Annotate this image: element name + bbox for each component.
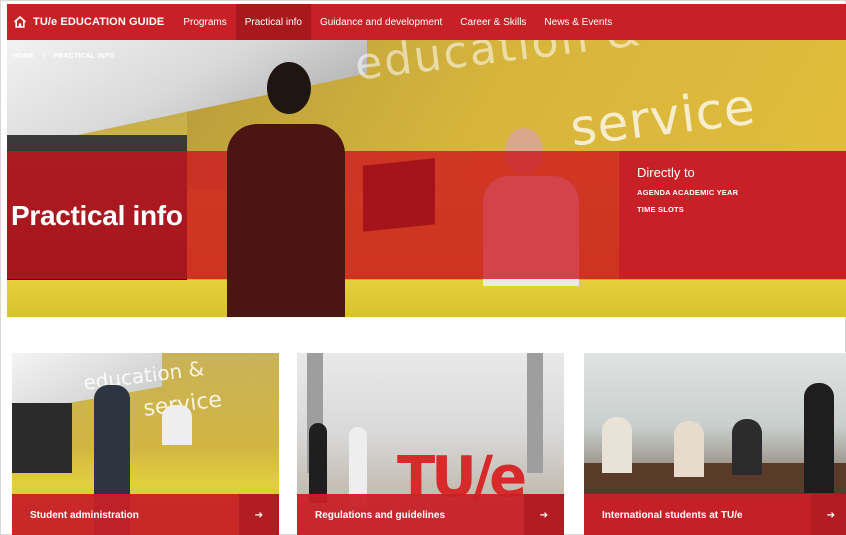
nav-item-practical-info[interactable]: Practical info xyxy=(235,4,311,40)
nav-item-programs[interactable]: Programs xyxy=(174,4,235,40)
card-bar: Regulations and guidelines ➔ xyxy=(297,494,564,535)
topic-cards: education & service Student administrati… xyxy=(12,353,846,535)
arrow-right-icon[interactable]: ➔ xyxy=(811,494,846,535)
card-label: Student administration xyxy=(30,509,139,521)
link-agenda-academic-year[interactable]: AGENDA ACADEMIC YEAR xyxy=(637,188,829,197)
nav-item-career-and-skills[interactable]: Career & Skills xyxy=(451,4,535,40)
card-international-students[interactable]: International students at TU/e ➔ xyxy=(584,353,846,535)
page: TU/e EDUCATION GUIDE Programs Practical … xyxy=(0,0,846,535)
page-title: Practical info xyxy=(11,200,183,231)
breadcrumb-home[interactable]: HOME xyxy=(13,53,35,60)
breadcrumb-separator: / xyxy=(42,53,46,60)
nav-item-guidance-and-development[interactable]: Guidance and development xyxy=(311,4,451,40)
breadcrumb: HOME / PRACTICAL INFO xyxy=(13,53,115,60)
brand-title: TU/e EDUCATION GUIDE xyxy=(33,16,165,28)
top-navigation: TU/e EDUCATION GUIDE Programs Practical … xyxy=(7,4,846,40)
card-bar: Student administration ➔ xyxy=(12,494,279,535)
arrow-right-icon[interactable]: ➔ xyxy=(239,494,279,535)
nav-item-news-and-events[interactable]: News & Events xyxy=(535,4,621,40)
card-bar: International students at TU/e ➔ xyxy=(584,494,846,535)
home-icon xyxy=(13,15,27,28)
breadcrumb-current: PRACTICAL INFO xyxy=(53,53,116,60)
directly-to-panel: Directly to AGENDA ACADEMIC YEAR TIME SL… xyxy=(619,151,846,279)
hero-banner: education & service HOME / PRACTICAL INF… xyxy=(7,40,846,317)
hero-photo-student xyxy=(207,62,347,317)
link-time-slots[interactable]: TIME SLOTS xyxy=(637,205,829,214)
card-student-administration[interactable]: education & service Student administrati… xyxy=(12,353,279,535)
hero-photo-desk xyxy=(7,280,846,317)
card-label: International students at TU/e xyxy=(602,509,743,521)
card-label: Regulations and guidelines xyxy=(315,509,446,521)
brand-link[interactable]: TU/e EDUCATION GUIDE xyxy=(7,4,174,40)
card-regulations-and-guidelines[interactable]: TU/e Regulations and guidelines ➔ xyxy=(297,353,564,535)
arrow-right-icon[interactable]: ➔ xyxy=(524,494,564,535)
directly-to-title: Directly to xyxy=(637,165,695,180)
